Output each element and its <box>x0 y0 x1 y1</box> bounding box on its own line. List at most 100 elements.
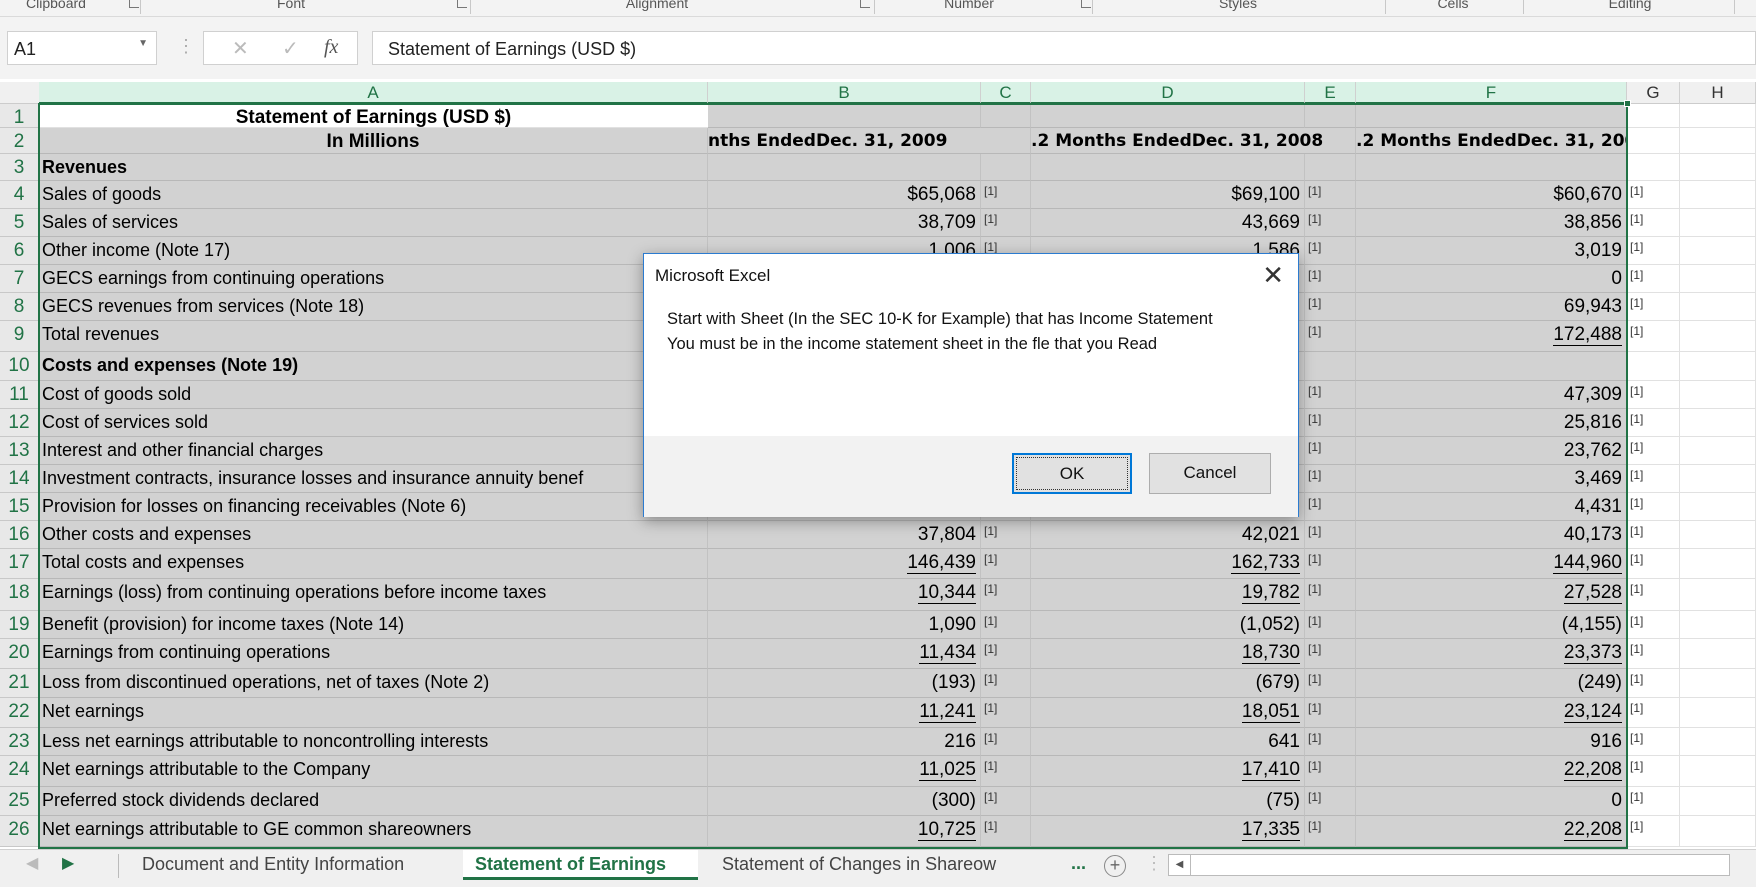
dialog-launcher-icon[interactable] <box>457 0 467 8</box>
cell[interactable] <box>1680 521 1756 549</box>
row-label[interactable]: Sales of goods <box>39 181 708 209</box>
cell-d[interactable]: (75) <box>1031 787 1305 816</box>
cell-b[interactable] <box>708 154 981 181</box>
row-label[interactable]: Costs and expenses (Note 19) <box>39 352 708 381</box>
row-header[interactable]: 24 <box>0 756 39 787</box>
cell[interactable] <box>1680 579 1756 611</box>
row-header[interactable]: 4 <box>0 181 39 209</box>
row-label[interactable]: GECS revenues from services (Note 18) <box>39 293 708 321</box>
column-header-d[interactable]: D <box>1031 82 1305 104</box>
cell[interactable] <box>1680 321 1756 352</box>
row-header[interactable]: 18 <box>0 579 39 611</box>
cell-b[interactable]: 11,241 <box>708 698 981 728</box>
cell-b[interactable]: (300) <box>708 787 981 816</box>
row-header[interactable]: 7 <box>0 265 39 293</box>
row-header[interactable]: 19 <box>0 611 39 639</box>
cell-f[interactable] <box>1356 352 1627 381</box>
row-header[interactable]: 2 <box>0 128 39 154</box>
cell[interactable] <box>1627 128 1680 154</box>
cell[interactable] <box>1680 381 1756 409</box>
row-label[interactable]: Cost of goods sold <box>39 381 708 409</box>
cell-f[interactable]: 27,528 <box>1356 579 1627 611</box>
column-header-a[interactable]: A <box>39 82 708 104</box>
name-box[interactable]: A1 ▼ <box>7 31 157 65</box>
row-header[interactable]: 17 <box>0 549 39 579</box>
close-icon[interactable]: ✕ <box>1262 260 1284 291</box>
cell[interactable] <box>1680 493 1756 521</box>
cell-d[interactable]: 162,733 <box>1031 549 1305 579</box>
row-header[interactable]: 6 <box>0 237 39 265</box>
row-header[interactable]: 22 <box>0 698 39 728</box>
ok-button[interactable]: OK <box>1012 453 1132 494</box>
cell-d[interactable]: 18,051 <box>1031 698 1305 728</box>
cell[interactable] <box>1680 154 1756 181</box>
cell[interactable] <box>1680 437 1756 465</box>
row-header[interactable]: 20 <box>0 639 39 669</box>
row-label[interactable]: Total costs and expenses <box>39 549 708 579</box>
cell-f[interactable]: 40,173 <box>1356 521 1627 549</box>
row-label[interactable]: Cost of services sold <box>39 409 708 437</box>
row-header[interactable]: 5 <box>0 209 39 237</box>
cell-f[interactable]: 4,431 <box>1356 493 1627 521</box>
cell[interactable] <box>1680 209 1756 237</box>
row-header[interactable]: 21 <box>0 669 39 698</box>
tab-statement-of-earnings[interactable]: Statement of Earnings <box>463 850 698 880</box>
cell[interactable] <box>981 104 1031 128</box>
row-label[interactable]: Investment contracts, insurance losses a… <box>39 465 708 493</box>
row-label[interactable]: Net earnings attributable to the Company <box>39 756 708 787</box>
cell[interactable] <box>1680 611 1756 639</box>
tab-statement-of-changes[interactable]: Statement of Changes in Shareow <box>710 850 1008 880</box>
row-header[interactable]: 16 <box>0 521 39 549</box>
cell-f[interactable]: 916 <box>1356 728 1627 756</box>
dialog-launcher-icon[interactable] <box>1081 0 1091 8</box>
cell[interactable] <box>1680 816 1756 847</box>
formula-input[interactable]: Statement of Earnings (USD $) <box>372 31 1756 65</box>
cell-a2[interactable]: In Millions <box>39 128 708 154</box>
cell-b[interactable]: 37,804 <box>708 521 981 549</box>
cell-f[interactable]: 38,856 <box>1356 209 1627 237</box>
period-header[interactable]: .2 Months EndedDec. 31, 2008 <box>1031 128 1356 154</box>
cell[interactable] <box>1680 128 1756 154</box>
cell-b[interactable]: (193) <box>708 669 981 698</box>
cell-f[interactable]: 69,943 <box>1356 293 1627 321</box>
cell-f[interactable]: 3,469 <box>1356 465 1627 493</box>
cell-b[interactable]: 10,344 <box>708 579 981 611</box>
cell[interactable] <box>1680 293 1756 321</box>
row-header[interactable]: 11 <box>0 381 39 409</box>
cell-d[interactable]: (679) <box>1031 669 1305 698</box>
cell-f[interactable]: 25,816 <box>1356 409 1627 437</box>
scroll-tabs-left-icon[interactable]: ◀ <box>26 853 38 873</box>
dialog-launcher-icon[interactable] <box>129 0 139 8</box>
cell-f[interactable]: 0 <box>1356 787 1627 816</box>
cell-b[interactable]: $65,068 <box>708 181 981 209</box>
cell-f[interactable]: (4,155) <box>1356 611 1627 639</box>
cell[interactable] <box>1680 698 1756 728</box>
row-label[interactable]: Net earnings attributable to GE common s… <box>39 816 708 847</box>
cell-d[interactable]: 43,669 <box>1031 209 1305 237</box>
cell-f[interactable]: 172,488 <box>1356 321 1627 352</box>
dialog-launcher-icon[interactable] <box>860 0 870 8</box>
cell[interactable] <box>1680 549 1756 579</box>
column-header-f[interactable]: F <box>1356 82 1627 104</box>
cell-b[interactable]: 216 <box>708 728 981 756</box>
cell-b[interactable]: 11,025 <box>708 756 981 787</box>
cell-b[interactable]: 38,709 <box>708 209 981 237</box>
row-header[interactable]: 14 <box>0 465 39 493</box>
cell[interactable] <box>1031 104 1305 128</box>
cell-f[interactable]: $60,670 <box>1356 181 1627 209</box>
column-header-b[interactable]: B <box>708 82 981 104</box>
row-header[interactable]: 9 <box>0 321 39 352</box>
cell-b[interactable]: 11,434 <box>708 639 981 669</box>
cell[interactable] <box>1680 181 1756 209</box>
enter-icon[interactable]: ✓ <box>282 36 299 61</box>
column-header-g[interactable]: G <box>1627 82 1680 104</box>
row-header[interactable]: 1 <box>0 104 39 128</box>
cell-f[interactable]: 3,019 <box>1356 237 1627 265</box>
more-tabs-button[interactable]: ... <box>1071 853 1086 874</box>
row-label[interactable]: Total revenues <box>39 321 708 352</box>
cell-b[interactable]: 146,439 <box>708 549 981 579</box>
row-label[interactable]: Other costs and expenses <box>39 521 708 549</box>
row-label[interactable]: Less net earnings attributable to noncon… <box>39 728 708 756</box>
cell[interactable] <box>1680 639 1756 669</box>
cell-d[interactable]: 17,335 <box>1031 816 1305 847</box>
